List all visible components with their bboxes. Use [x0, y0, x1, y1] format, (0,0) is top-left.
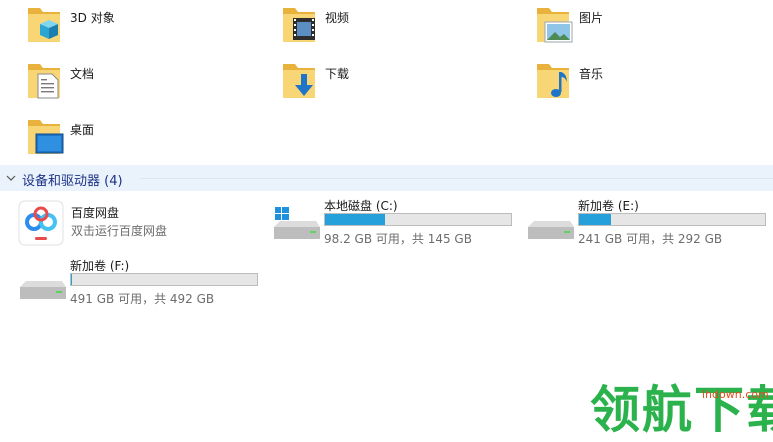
drive-usage-bar: [324, 213, 512, 226]
baidu-netdisk-app[interactable]: 百度网盘 双击运行百度网盘: [18, 200, 218, 248]
pictures-icon: [537, 8, 573, 43]
folder-label: 桌面: [70, 123, 95, 137]
drive-label: 新加卷 (E:): [578, 199, 639, 213]
music-icon: [537, 64, 569, 98]
watermark-url: lhdown.com: [702, 388, 769, 401]
hard-drive-icon: [528, 221, 574, 239]
drive-size-text: 98.2 GB 可用，共 145 GB: [324, 232, 472, 246]
downloads-icon: [283, 64, 315, 98]
app-name: 百度网盘: [71, 206, 120, 220]
app-description: 双击运行百度网盘: [71, 224, 168, 238]
baidu-netdisk-icon: [18, 200, 64, 246]
folder-videos[interactable]: 视频: [279, 2, 429, 54]
drive-label: 本地磁盘 (C:): [324, 199, 398, 213]
folder-label: 图片: [579, 11, 604, 25]
folder-music[interactable]: 音乐: [533, 58, 683, 110]
videos-icon: [283, 8, 315, 42]
3d-objects-icon: [28, 8, 60, 42]
folder-documents[interactable]: 文档: [24, 58, 174, 110]
folder-label: 视频: [325, 11, 350, 25]
folder-desktop[interactable]: 桌面: [24, 114, 174, 166]
drive-e[interactable]: 新加卷 (E:) 241 GB 可用，共 292 GB: [526, 197, 773, 253]
folder-label: 音乐: [579, 67, 604, 81]
folder-label: 3D 对象: [70, 11, 115, 25]
section-title: 设备和驱动器 (4): [22, 174, 123, 189]
desktop-icon: [28, 120, 64, 154]
drive-usage-bar: [578, 213, 766, 226]
drive-usage-bar: [70, 273, 258, 286]
chevron-down-icon[interactable]: [5, 172, 17, 184]
folder-downloads[interactable]: 下载: [279, 58, 429, 110]
section-divider: [140, 178, 773, 179]
devices-section-header[interactable]: 设备和驱动器 (4): [0, 165, 773, 191]
drive-c[interactable]: 本地磁盘 (C:) 98.2 GB 可用，共 145 GB: [272, 197, 522, 253]
drive-usage-fill: [579, 214, 611, 225]
drive-size-text: 241 GB 可用，共 292 GB: [578, 232, 723, 246]
drive-f[interactable]: 新加卷 (F:) 491 GB 可用，共 492 GB: [18, 257, 268, 313]
drive-size-text: 491 GB 可用，共 492 GB: [70, 292, 215, 306]
drive-usage-fill: [325, 214, 385, 225]
folder-label: 文档: [70, 67, 95, 81]
watermark: 领航下载 lhdown.com: [590, 380, 773, 440]
folder-3d-objects[interactable]: 3D 对象: [24, 2, 174, 54]
folder-label: 下载: [325, 67, 350, 81]
folder-pictures[interactable]: 图片: [533, 2, 683, 54]
drive-label: 新加卷 (F:): [70, 259, 130, 273]
hard-drive-icon: [20, 281, 66, 299]
windows-drive-icon: [274, 207, 320, 239]
documents-icon: [28, 64, 60, 99]
